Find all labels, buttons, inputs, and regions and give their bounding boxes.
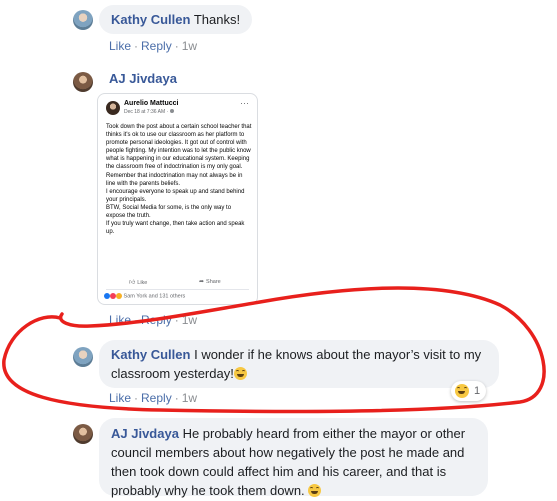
like-button[interactable]: Like [109,39,131,53]
post-like-action: 👍︎ Like [129,280,148,286]
comment-bubble: AJ Jivdaya He probably heard from either… [99,418,488,498]
reply-button[interactable]: Reply [141,313,172,327]
comment-actions: Like · Reply · 1w [109,39,198,53]
grinning-emoji-icon [308,484,322,497]
shared-post-image[interactable]: Aurelio Mattucci Dec 18 at 7:36 AM · ···… [97,93,258,305]
comment-time[interactable]: 1w [182,391,197,405]
post-reactions: Sam York and 131 others [104,293,185,299]
avatar[interactable] [73,72,93,92]
comment-time[interactable]: 1w [182,313,197,327]
more-options-icon: ··· [240,98,249,108]
share-icon: ➦ [199,279,205,285]
reaction-count-badge[interactable]: 1 [451,381,487,401]
divider [106,289,249,290]
post-author: Aurelio Mattucci [124,100,179,107]
post-author-avatar [106,101,120,115]
grinning-emoji-icon [233,367,247,380]
comment-actions: Like · Reply · 1w [109,391,198,405]
comment-author[interactable]: AJ Jivdaya [109,71,177,86]
comment-bubble: Kathy Cullen Thanks! [99,5,253,34]
haha-reaction-icon [116,293,122,299]
reply-button[interactable]: Reply [141,391,172,405]
post-share-action: ➦ Share [199,279,221,285]
avatar[interactable] [73,10,93,30]
comment-author[interactable]: Kathy Cullen [111,12,190,27]
comment-time[interactable]: 1w [182,39,197,53]
comment-actions: Like · Reply · 1w [109,313,198,327]
comment-author[interactable]: Kathy Cullen [111,347,190,362]
like-button[interactable]: Like [109,391,131,405]
reply-button[interactable]: Reply [141,39,172,53]
comment-bubble: Kathy Cullen I wonder if he knows about … [99,340,499,388]
comment-author[interactable]: AJ Jivdaya [111,426,179,441]
thumbs-up-icon: 👍︎ [129,280,136,286]
post-date: Dec 18 at 7:36 AM · [124,109,174,115]
reaction-count: 1 [474,385,481,397]
haha-reaction-icon [455,384,469,398]
avatar[interactable] [73,424,93,444]
like-button[interactable]: Like [109,313,131,327]
avatar[interactable] [73,347,93,367]
globe-icon [169,109,174,113]
comment-text: Thanks! [193,12,241,27]
post-body: Took down the post about a certain schoo… [106,124,252,236]
